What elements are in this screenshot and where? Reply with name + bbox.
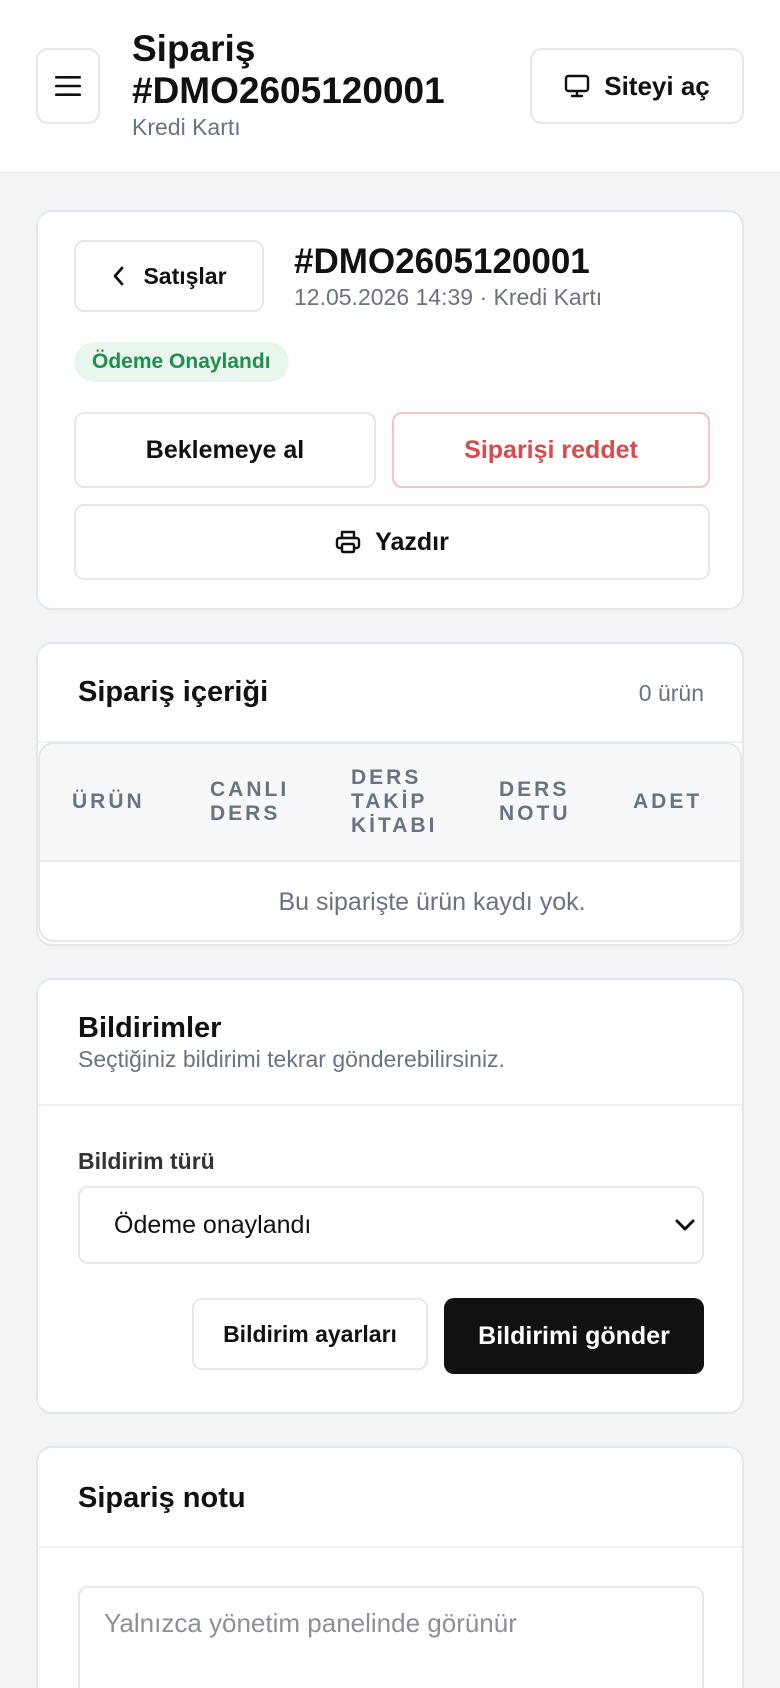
divider [38, 1546, 742, 1548]
print-button[interactable]: Yazdır [74, 504, 710, 580]
back-to-sales-button[interactable]: Satışlar [74, 240, 264, 312]
order-id: #DMO2605120001 [294, 242, 590, 281]
notification-type-select[interactable]: Ödeme onaylandı [78, 1186, 704, 1264]
page-title: Sipariş #DMO2605120001 [132, 28, 445, 111]
column-header-live-lesson: CANLI DERS [210, 778, 290, 825]
notifications-title: Bildirimler [78, 1012, 222, 1044]
printer-icon [335, 530, 361, 554]
order-summary-card: Satışlar #DMO2605120001 12.05.2026 14:39… [36, 210, 744, 610]
column-header-product: ÜRÜN [72, 790, 145, 813]
notifications-card: Bildirimler Seçtiğiniz bildirimi tekrar … [36, 978, 744, 1414]
status-badge: Ödeme Onaylandı [74, 342, 289, 382]
send-notification-button[interactable]: Bildirimi gönder [444, 1298, 704, 1374]
top-header: Sipariş #DMO2605120001 Kredi Kartı Sitey… [0, 0, 780, 173]
hamburger-menu-icon [55, 76, 81, 96]
hold-order-button[interactable]: Beklemeye al [74, 412, 376, 488]
reject-order-button[interactable]: Siparişi reddet [392, 412, 710, 488]
order-contents-card: Sipariş içeriği 0 ürün ÜRÜN CANLI DERS D… [36, 642, 744, 946]
page-subtitle: Kredi Kartı [132, 114, 241, 140]
notifications-subtitle: Seçtiğiniz bildirimi tekrar gönderebilir… [78, 1046, 505, 1072]
items-table: ÜRÜN CANLI DERS DERS TAKİP KİTABI DERS N… [38, 742, 742, 942]
order-note-input[interactable] [78, 1586, 704, 1688]
item-count: 0 ürün [638, 680, 704, 706]
contents-title: Sipariş içeriği [78, 676, 269, 708]
column-header-quantity: ADET [633, 790, 703, 813]
notification-settings-button[interactable]: Bildirim ayarları [192, 1298, 428, 1370]
order-note-card: Sipariş notu [36, 1446, 744, 1688]
chevron-down-icon [675, 1219, 695, 1231]
chevron-left-icon [114, 266, 124, 286]
empty-table-message: Bu siparişte ürün kaydı yok. [278, 887, 586, 916]
menu-button[interactable] [36, 48, 100, 124]
print-label: Yazdır [375, 527, 449, 556]
divider [38, 1104, 742, 1106]
back-label: Satışlar [143, 262, 227, 289]
table-header: ÜRÜN CANLI DERS DERS TAKİP KİTABI DERS N… [40, 744, 740, 862]
order-meta: 12.05.2026 14:39 · Kredi Kartı [294, 284, 603, 310]
order-note-title: Sipariş notu [78, 1482, 246, 1514]
notification-type-value: Ödeme onaylandı [114, 1210, 312, 1239]
column-header-tracking-book: DERS TAKİP KİTABI [351, 766, 438, 837]
column-header-lesson-notes: DERS NOTU [499, 778, 571, 825]
open-site-button[interactable]: Siteyi aç [530, 48, 744, 124]
monitor-icon [565, 74, 590, 98]
open-site-label: Siteyi aç [604, 70, 710, 101]
notification-type-label: Bildirim türü [78, 1148, 215, 1174]
